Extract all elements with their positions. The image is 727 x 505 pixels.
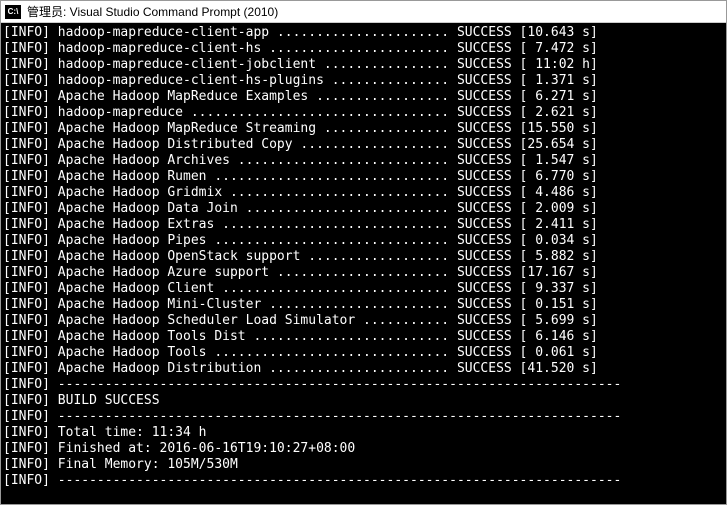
build-row: [INFO] Apache Hadoop Extras ............… — [3, 217, 724, 233]
build-success-line: [INFO] BUILD SUCCESS — [3, 393, 724, 409]
build-row: [INFO] Apache Hadoop Pipes .............… — [3, 233, 724, 249]
total-time-line: [INFO] Total time: 11:34 h — [3, 425, 724, 441]
build-row: [INFO] Apache Hadoop MapReduce Examples … — [3, 89, 724, 105]
build-row: [INFO] Apache Hadoop Mini-Cluster ......… — [3, 297, 724, 313]
build-row: [INFO] Apache Hadoop Tools .............… — [3, 345, 724, 361]
window-title: 管理员: Visual Studio Command Prompt (2010) — [27, 3, 278, 20]
final-memory-line: [INFO] Final Memory: 105M/530M — [3, 457, 724, 473]
build-row: [INFO] Apache Hadoop Distributed Copy ..… — [3, 137, 724, 153]
build-row: [INFO] Apache Hadoop Scheduler Load Simu… — [3, 313, 724, 329]
build-row: [INFO] Apache Hadoop Data Join .........… — [3, 201, 724, 217]
build-row: [INFO] Apache Hadoop Client ............… — [3, 281, 724, 297]
build-row: [INFO] Apache Hadoop Gridmix ...........… — [3, 185, 724, 201]
command-prompt-window: C:\ 管理员: Visual Studio Command Prompt (2… — [0, 0, 727, 505]
build-row: [INFO] Apache Hadoop Archives ..........… — [3, 153, 724, 169]
separator-line: [INFO] ---------------------------------… — [3, 409, 724, 425]
build-row: [INFO] hadoop-mapreduce-client-hs-plugin… — [3, 73, 724, 89]
cmd-icon: C:\ — [5, 5, 21, 19]
separator-line: [INFO] ---------------------------------… — [3, 377, 724, 393]
build-row: [INFO] hadoop-mapreduce ................… — [3, 105, 724, 121]
build-row: [INFO] hadoop-mapreduce-client-jobclient… — [3, 57, 724, 73]
build-row: [INFO] Apache Hadoop Azure support .....… — [3, 265, 724, 281]
build-row: [INFO] Apache Hadoop Tools Dist ........… — [3, 329, 724, 345]
titlebar[interactable]: C:\ 管理员: Visual Studio Command Prompt (2… — [1, 1, 726, 23]
build-row: [INFO] hadoop-mapreduce-client-hs ......… — [3, 41, 724, 57]
build-row: [INFO] Apache Hadoop OpenStack support .… — [3, 249, 724, 265]
build-row: [INFO] Apache Hadoop Distribution ......… — [3, 361, 724, 377]
build-row: [INFO] Apache Hadoop Rumen .............… — [3, 169, 724, 185]
separator-line: [INFO] ---------------------------------… — [3, 473, 724, 489]
build-row: [INFO] Apache Hadoop MapReduce Streaming… — [3, 121, 724, 137]
build-row: [INFO] hadoop-mapreduce-client-app .....… — [3, 25, 724, 41]
finished-at-line: [INFO] Finished at: 2016-06-16T19:10:27+… — [3, 441, 724, 457]
console-output[interactable]: [INFO] hadoop-mapreduce-client-app .....… — [1, 23, 726, 504]
